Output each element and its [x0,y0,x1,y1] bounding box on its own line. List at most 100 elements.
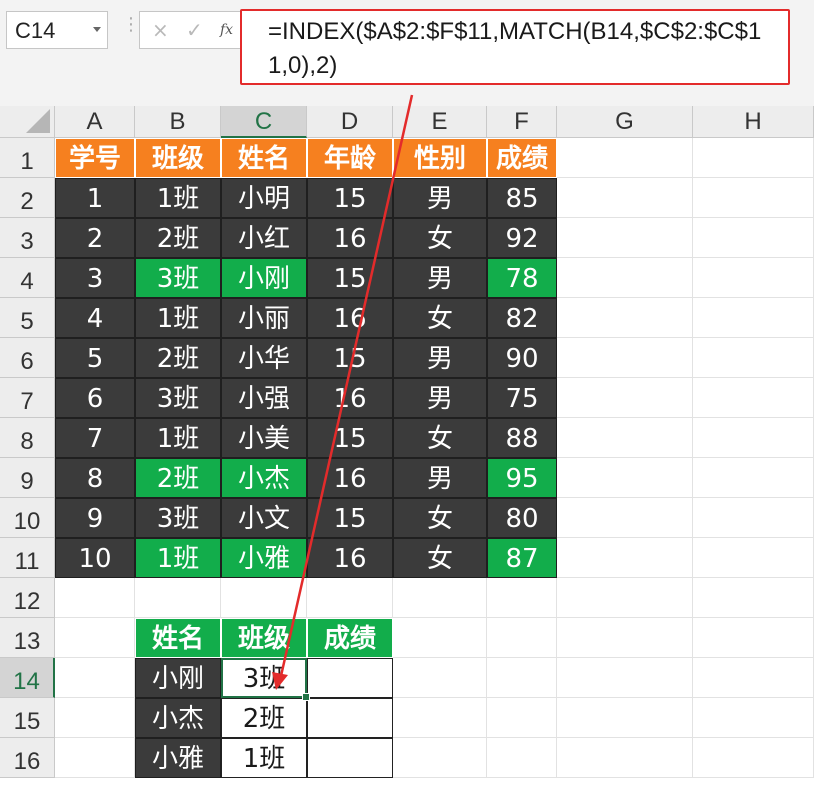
table-cell[interactable]: 78 [487,258,557,298]
row-header-10[interactable]: 10 [0,498,55,538]
table-cell[interactable]: 16 [307,538,393,578]
table-cell[interactable]: 2 [55,218,135,258]
lookup-header-cell[interactable]: 成绩 [307,618,393,658]
table-cell[interactable]: 1班 [135,418,221,458]
table-cell[interactable]: 小强 [221,378,307,418]
lookup-header-cell[interactable]: 班级 [221,618,307,658]
table-header-cell[interactable]: 学号 [55,138,135,178]
active-cell-selection[interactable] [221,658,307,698]
table-cell[interactable]: 1班 [135,538,221,578]
table-cell[interactable]: 15 [307,418,393,458]
column-header-c[interactable]: C [221,106,307,138]
table-cell[interactable]: 2班 [135,218,221,258]
table-cell[interactable]: 男 [393,178,487,218]
table-cell[interactable]: 82 [487,298,557,338]
table-cell[interactable]: 1班 [135,178,221,218]
table-cell[interactable]: 男 [393,338,487,378]
table-cell[interactable]: 5 [55,338,135,378]
lookup-name-cell[interactable]: 小杰 [135,698,221,738]
formula-input[interactable]: =INDEX($A$2:$F$11,MATCH(B14,$C$2:$C$11,0… [240,9,790,85]
row-header-15[interactable]: 15 [0,698,55,738]
row-header-11[interactable]: 11 [0,538,55,578]
row-header-7[interactable]: 7 [0,378,55,418]
lookup-value-cell[interactable] [307,658,393,698]
column-header-f[interactable]: F [487,106,557,138]
table-cell[interactable]: 16 [307,218,393,258]
table-cell[interactable]: 16 [307,298,393,338]
lookup-value-cell[interactable] [307,698,393,738]
table-cell[interactable]: 1 [55,178,135,218]
table-cell[interactable]: 小文 [221,498,307,538]
table-cell[interactable]: 15 [307,338,393,378]
column-header-g[interactable]: G [557,106,693,138]
table-cell[interactable]: 15 [307,498,393,538]
lookup-name-cell[interactable]: 小刚 [135,658,221,698]
table-cell[interactable]: 15 [307,258,393,298]
lookup-value-cell[interactable]: 1班 [221,738,307,778]
table-cell[interactable]: 小红 [221,218,307,258]
row-header-14[interactable]: 14 [0,658,55,698]
lookup-name-cell[interactable]: 小雅 [135,738,221,778]
table-header-cell[interactable]: 成绩 [487,138,557,178]
table-cell[interactable]: 女 [393,218,487,258]
table-cell[interactable]: 3班 [135,498,221,538]
table-header-cell[interactable]: 班级 [135,138,221,178]
table-cell[interactable]: 4 [55,298,135,338]
fill-handle[interactable] [302,693,310,701]
row-header-6[interactable]: 6 [0,338,55,378]
table-cell[interactable]: 16 [307,458,393,498]
table-cell[interactable]: 88 [487,418,557,458]
table-cell[interactable]: 6 [55,378,135,418]
table-cell[interactable]: 2班 [135,338,221,378]
table-cell[interactable]: 小雅 [221,538,307,578]
table-cell[interactable]: 92 [487,218,557,258]
table-cell[interactable]: 小华 [221,338,307,378]
table-header-cell[interactable]: 姓名 [221,138,307,178]
lookup-header-cell[interactable]: 姓名 [135,618,221,658]
row-header-16[interactable]: 16 [0,738,55,778]
table-cell[interactable]: 90 [487,338,557,378]
table-cell[interactable]: 小刚 [221,258,307,298]
column-header-a[interactable]: A [55,106,135,138]
table-cell[interactable]: 87 [487,538,557,578]
column-header-e[interactable]: E [393,106,487,138]
table-cell[interactable]: 3 [55,258,135,298]
row-header-2[interactable]: 2 [0,178,55,218]
table-cell[interactable]: 75 [487,378,557,418]
table-cell[interactable]: 8 [55,458,135,498]
cancel-icon[interactable]: × [152,18,169,42]
table-cell[interactable]: 小丽 [221,298,307,338]
insert-function-icon[interactable]: fx [220,22,233,38]
worksheet-grid[interactable]: 学号 班级 姓名 年龄 性别 成绩 1 1班 小明 15 男 85 2 2班 小红 16 女 92 3 3班 小刚 15 男… [55,138,814,778]
column-header-d[interactable]: D [307,106,393,138]
select-all-button[interactable] [0,106,55,138]
table-cell[interactable]: 女 [393,418,487,458]
table-cell[interactable]: 16 [307,378,393,418]
table-cell[interactable]: 9 [55,498,135,538]
lookup-value-cell[interactable] [307,738,393,778]
table-header-cell[interactable]: 年龄 [307,138,393,178]
lookup-value-cell[interactable]: 2班 [221,698,307,738]
table-cell[interactable]: 85 [487,178,557,218]
row-header-1[interactable]: 1 [0,138,55,178]
table-cell[interactable]: 7 [55,418,135,458]
row-header-5[interactable]: 5 [0,298,55,338]
chevron-down-icon[interactable] [93,27,101,32]
table-header-cell[interactable]: 性别 [393,138,487,178]
name-box[interactable]: C14 [6,11,108,49]
table-cell[interactable]: 女 [393,298,487,338]
table-cell[interactable]: 15 [307,178,393,218]
column-header-h[interactable]: H [693,106,814,138]
table-cell[interactable]: 男 [393,458,487,498]
row-header-13[interactable]: 13 [0,618,55,658]
table-cell[interactable]: 95 [487,458,557,498]
table-cell[interactable]: 10 [55,538,135,578]
table-cell[interactable]: 男 [393,258,487,298]
row-header-8[interactable]: 8 [0,418,55,458]
table-cell[interactable]: 1班 [135,298,221,338]
table-cell[interactable]: 小美 [221,418,307,458]
row-header-9[interactable]: 9 [0,458,55,498]
table-cell[interactable]: 3班 [135,258,221,298]
table-cell[interactable]: 女 [393,538,487,578]
table-cell[interactable]: 小杰 [221,458,307,498]
